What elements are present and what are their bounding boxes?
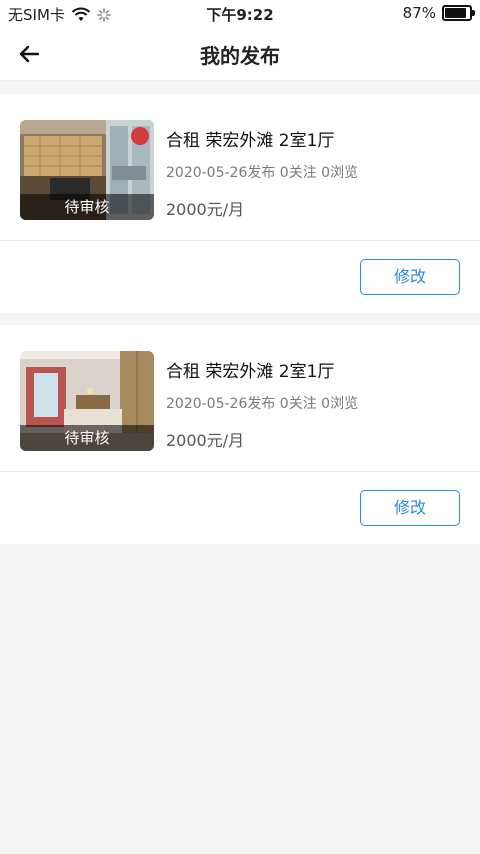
navigation-bar: 我的发布 xyxy=(0,28,480,81)
listing-thumbnail[interactable]: 待审核 xyxy=(20,120,154,220)
status-bar: 无SIM卡 下午9:22 87% xyxy=(0,0,480,28)
status-badge: 待审核 xyxy=(20,425,154,451)
listing-title[interactable]: 合租 荣宏外滩 2室1厅 xyxy=(166,357,334,382)
edit-button[interactable]: 修改 xyxy=(360,259,460,295)
page-title: 我的发布 xyxy=(200,44,280,68)
status-badge: 待审核 xyxy=(20,194,154,220)
listing-meta: 2020-05-26发布 0关注 0浏览 xyxy=(166,165,359,181)
listing-actions: 修改 xyxy=(0,241,480,313)
status-right: 87% xyxy=(402,4,475,22)
listing-title[interactable]: 合租 荣宏外滩 2室1厅 xyxy=(166,126,334,151)
listing-thumbnail[interactable]: 待审核 xyxy=(20,351,154,451)
listing-price: 2000元/月 xyxy=(166,431,245,450)
edit-button[interactable]: 修改 xyxy=(360,490,460,526)
listing-price: 2000元/月 xyxy=(166,200,245,219)
battery-percent: 87% xyxy=(402,4,436,22)
listing-meta: 2020-05-26发布 0关注 0浏览 xyxy=(166,396,359,412)
battery-icon xyxy=(442,5,475,21)
listing-card-body[interactable]: 待审核 合租 荣宏外滩 2室1厅 2020-05-26发布 0关注 0浏览 20… xyxy=(0,325,480,472)
listing-actions: 修改 xyxy=(0,472,480,544)
listing-card-body[interactable]: 待审核 合租 荣宏外滩 2室1厅 2020-05-26发布 0关注 0浏览 20… xyxy=(0,94,480,241)
listing-card[interactable]: 待审核 合租 荣宏外滩 2室1厅 2020-05-26发布 0关注 0浏览 20… xyxy=(0,325,480,544)
listing-card[interactable]: 待审核 合租 荣宏外滩 2室1厅 2020-05-26发布 0关注 0浏览 20… xyxy=(0,94,480,313)
battery-fill xyxy=(445,8,466,18)
listing-list: 待审核 合租 荣宏外滩 2室1厅 2020-05-26发布 0关注 0浏览 20… xyxy=(0,94,480,556)
